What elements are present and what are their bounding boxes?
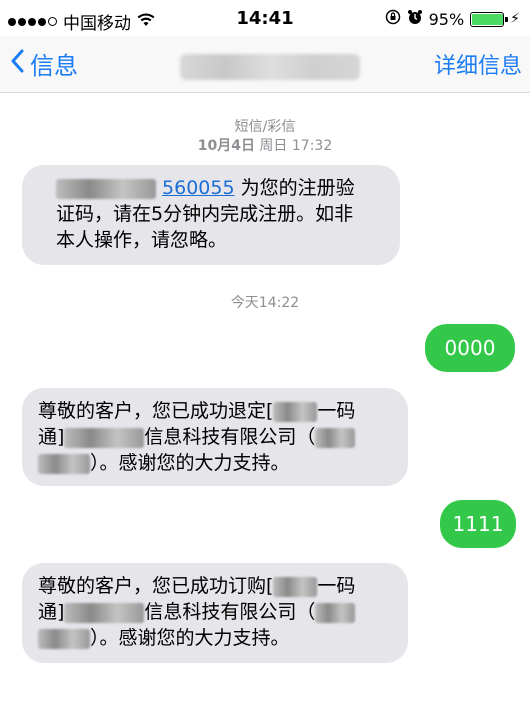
message-line: 本人操作，请忽略。 xyxy=(56,229,228,251)
today-timestamp: 今天14:22 xyxy=(230,295,300,311)
outgoing-message[interactable]: 0000 xyxy=(425,324,515,372)
thread-date-day: 10月4日 xyxy=(197,138,255,154)
message-line: 通] 信息科技有限公司（ xyxy=(38,424,394,450)
message-text: 一码 xyxy=(317,400,356,422)
redacted-text xyxy=(64,427,145,448)
back-button[interactable]: 信息 xyxy=(10,46,78,81)
message-text: 尊敬的客户，您已成功订购[ xyxy=(38,575,274,597)
message-text: ）。感谢您的大力支持。 xyxy=(90,627,290,649)
charging-icon: ⚡ xyxy=(510,11,520,27)
details-button[interactable]: 详细信息 xyxy=(434,48,522,80)
message-text: 一码 xyxy=(317,575,356,597)
lock-rotation-icon xyxy=(385,9,401,29)
redacted-text xyxy=(315,602,356,623)
redacted-text xyxy=(315,427,356,448)
message-line: 证码，请在5分钟内完成注册。如非 xyxy=(56,203,354,225)
incoming-message[interactable]: 560055 为您的注册验 证码，请在5分钟内完成注册。如非 本人操作，请忽略。 xyxy=(22,165,400,265)
chevron-left-icon xyxy=(10,49,24,79)
message-line: ）。感谢您的大力支持。 xyxy=(38,450,394,476)
message-text: 信息科技有限公司（ xyxy=(144,426,316,448)
message-line: 尊敬的客户，您已成功订购[ 一码 xyxy=(38,573,394,599)
contact-title-redacted xyxy=(180,54,360,80)
incoming-message[interactable]: 尊敬的客户，您已成功退定[ 一码 通] 信息科技有限公司（ ）。感谢您的大力支持。 xyxy=(22,388,408,486)
redacted-text xyxy=(64,602,145,623)
status-right: 95% ⚡ xyxy=(385,9,520,29)
incoming-message[interactable]: 尊敬的客户，您已成功订购[ 一码 通] 信息科技有限公司（ ）。感谢您的大力支持。 xyxy=(22,563,408,663)
redacted-text xyxy=(273,576,318,597)
nav-bar: 信息 详细信息 xyxy=(0,36,530,93)
message-line: 尊敬的客户，您已成功退定[ 一码 xyxy=(38,398,394,424)
redacted-text xyxy=(38,453,90,474)
back-label: 信息 xyxy=(30,52,78,80)
message-line: 通] 信息科技有限公司（ xyxy=(38,599,394,625)
redacted-text xyxy=(273,401,318,422)
status-bar: 中国移动 14:41 95% ⚡ xyxy=(0,0,530,36)
battery-icon xyxy=(470,11,509,27)
thread-date: 10月4日 周日 17:32 xyxy=(0,135,530,155)
message-line: 560055 为您的注册验 xyxy=(56,175,386,201)
redacted-text xyxy=(38,628,90,649)
message-text: 信息科技有限公司（ xyxy=(144,601,316,623)
redacted-sender xyxy=(56,178,156,199)
message-text: 通] xyxy=(38,426,65,448)
message-type-label: 短信/彩信 xyxy=(234,119,296,135)
message-text: 尊敬的客户，您已成功退定[ xyxy=(38,400,274,422)
battery-percent: 95% xyxy=(428,9,465,29)
message-line: ）。感谢您的大力支持。 xyxy=(38,625,394,651)
verification-code-link[interactable]: 560055 xyxy=(162,177,235,199)
message-text: ）。感谢您的大力支持。 xyxy=(90,452,290,474)
thread-date-time: 周日 17:32 xyxy=(254,138,333,154)
message-text: 通] xyxy=(38,601,65,623)
message-text: 为您的注册验 xyxy=(234,177,355,199)
outgoing-message[interactable]: 1111 xyxy=(440,500,516,548)
alarm-icon xyxy=(407,9,423,29)
